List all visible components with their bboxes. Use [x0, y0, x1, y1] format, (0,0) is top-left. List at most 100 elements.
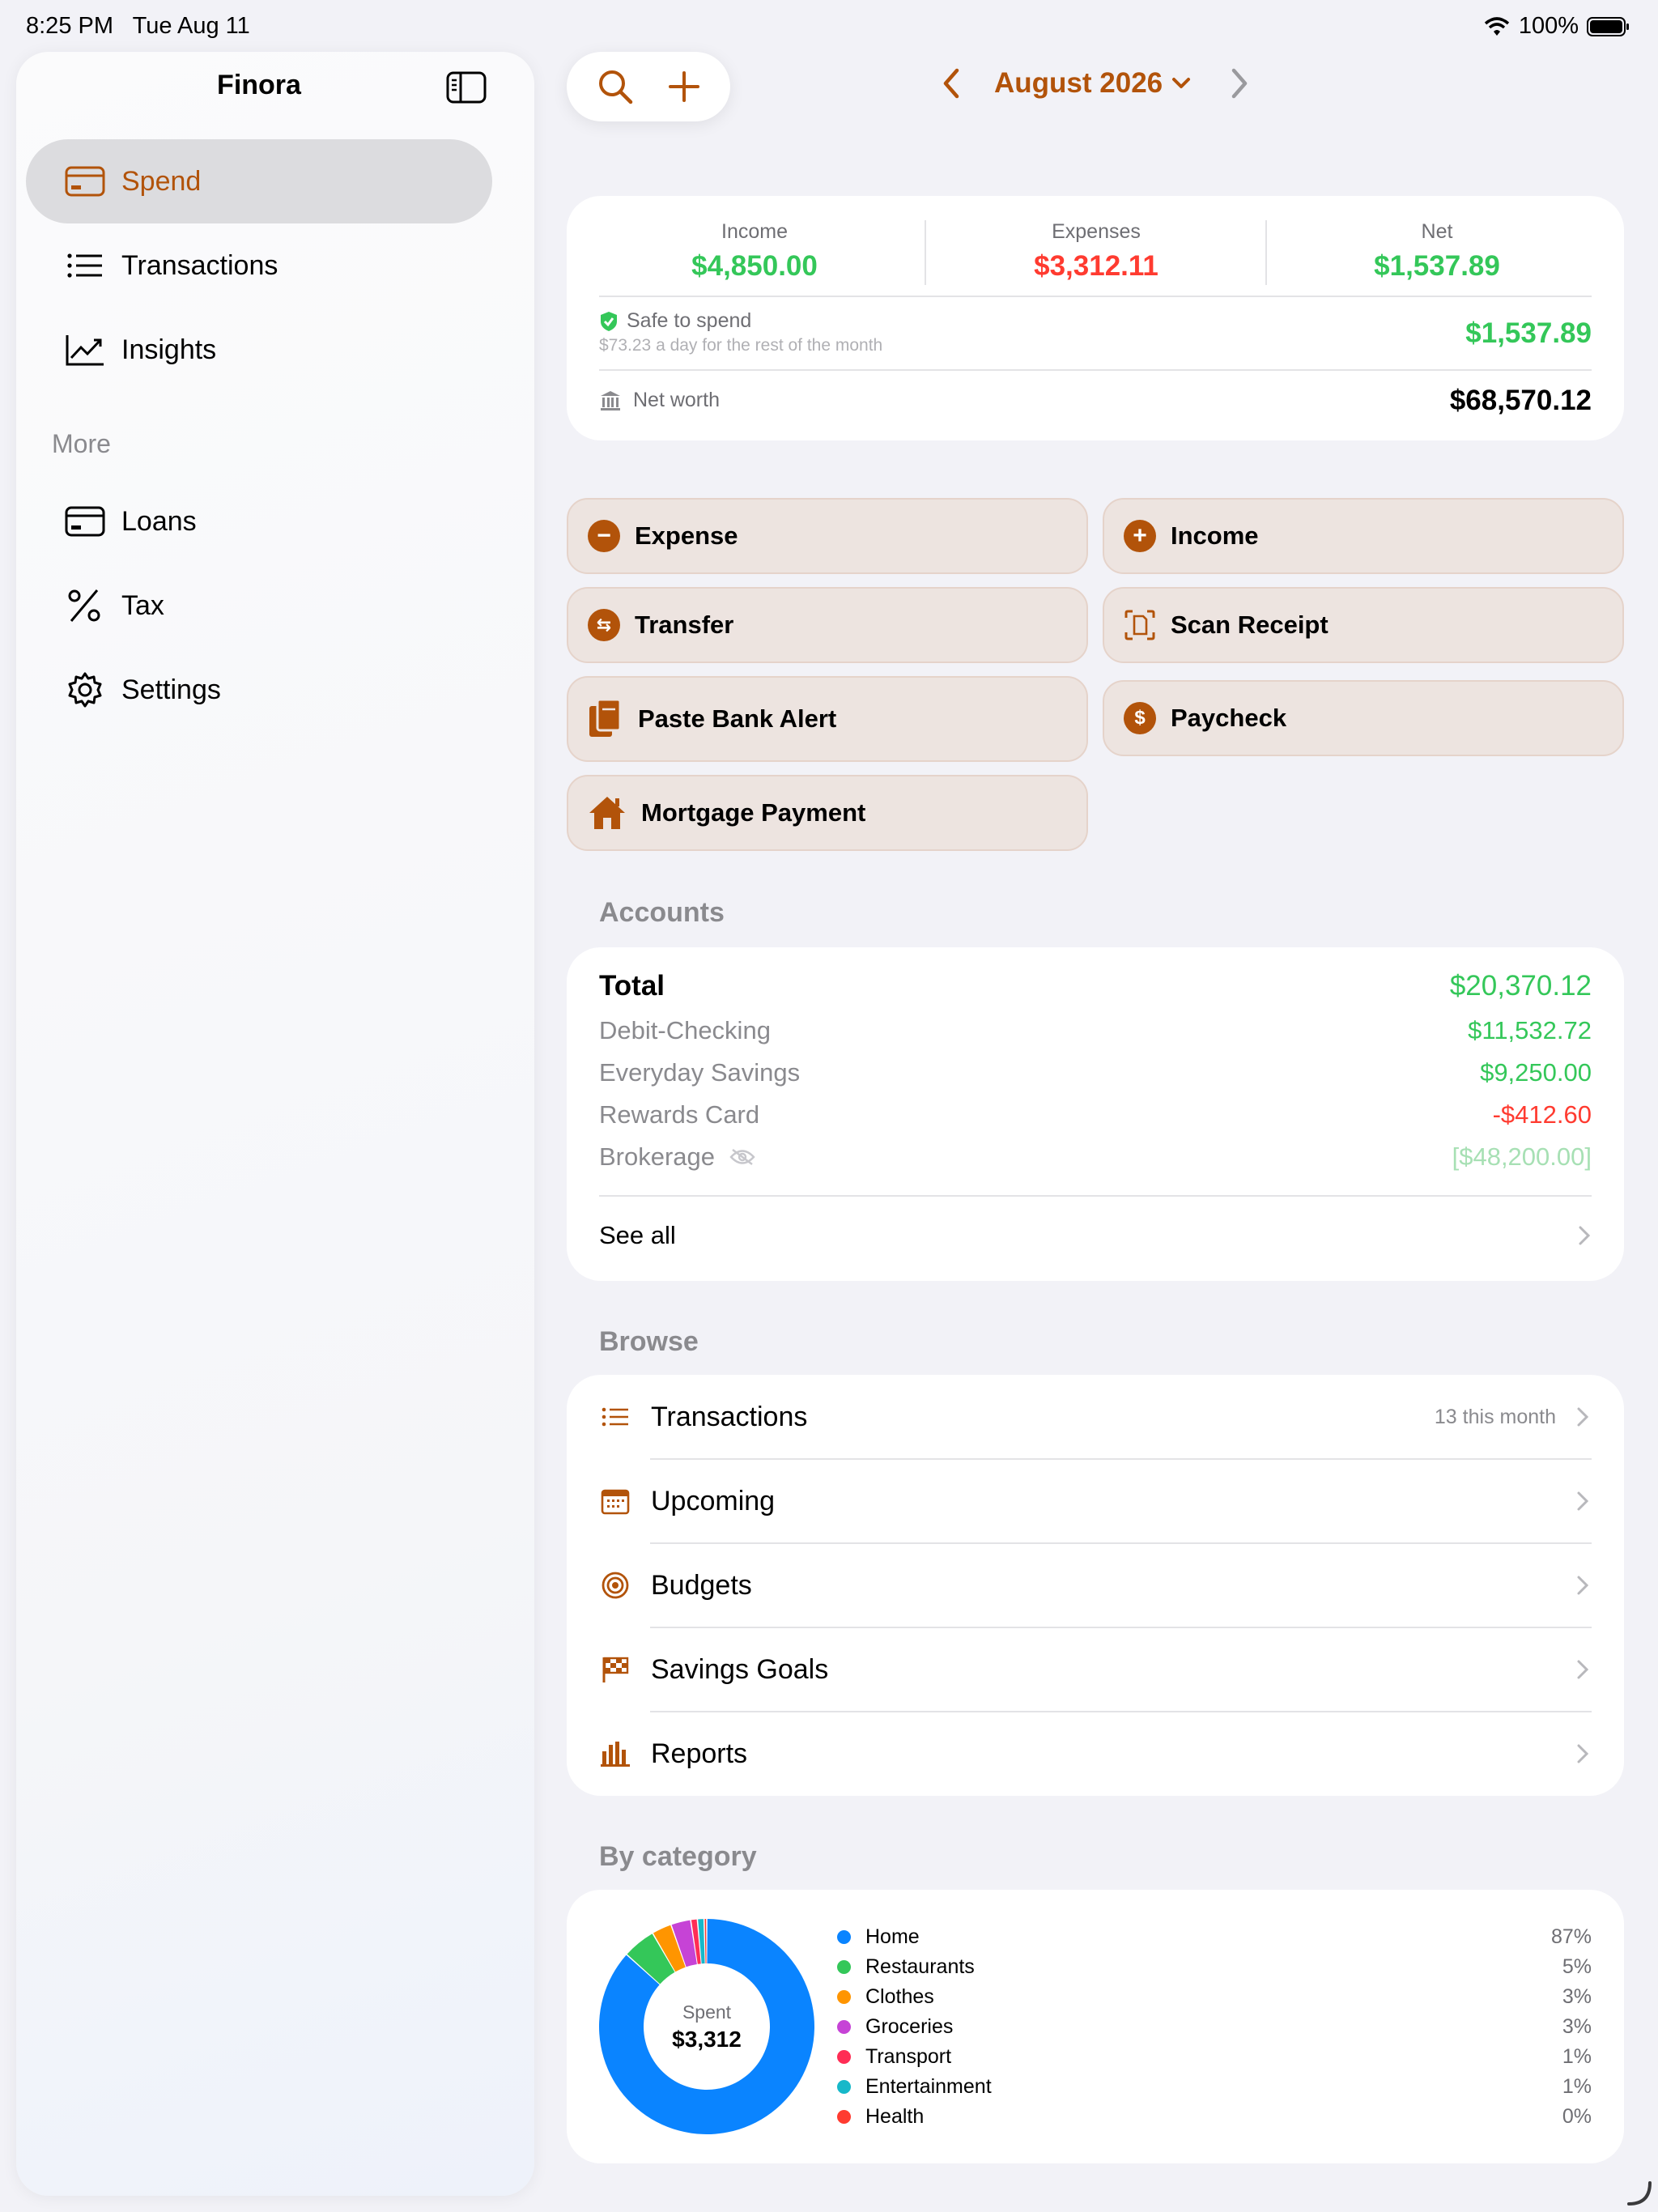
category-legend-item[interactable]: Clothes 3%	[837, 1985, 1592, 2009]
net-summary: Net $1,537.89	[1267, 220, 1607, 283]
sidebar-toggle-icon	[446, 71, 487, 104]
chevron-right-icon	[1579, 1226, 1591, 1245]
chevron-left-icon[interactable]	[939, 66, 963, 100]
browse-item-upcoming[interactable]: Upcoming	[567, 1459, 1624, 1543]
month-selector[interactable]: August 2026	[994, 67, 1192, 100]
account-name: Everyday Savings	[599, 1058, 801, 1087]
legend-category-percent: 3%	[1562, 1985, 1592, 2008]
legend-category-name: Transport	[865, 2045, 952, 2068]
status-time: 8:25 PM	[26, 13, 113, 39]
chevron-down-icon	[1172, 78, 1191, 88]
paycheck-button[interactable]: $ Paycheck	[1103, 680, 1624, 756]
browse-item-savings-goals[interactable]: Savings Goals	[567, 1627, 1624, 1712]
chevron-right-icon	[1577, 1744, 1589, 1763]
sidebar-section-more: More	[52, 429, 111, 458]
account-row[interactable]: Rewards Card -$412.60	[599, 1100, 1592, 1129]
income-button[interactable]: + Income	[1103, 498, 1624, 574]
donut-slice-health[interactable]	[704, 1919, 707, 1964]
status-bar-time: 8:25 PM Tue Aug 11	[26, 13, 250, 40]
chevron-right-icon	[1577, 1660, 1589, 1679]
resize-grabber-icon	[1627, 2181, 1652, 2206]
see-all-accounts-row[interactable]: See all	[599, 1221, 1592, 1250]
sidebar-app-title: Finora	[217, 70, 301, 100]
clipboard-icon	[589, 698, 622, 737]
scan-document-icon	[1124, 610, 1155, 640]
sidebar-item-tax[interactable]: Tax	[26, 564, 492, 648]
account-name: Rewards Card	[599, 1100, 760, 1129]
add-icon[interactable]	[668, 70, 700, 103]
category-section-title: By category	[599, 1841, 757, 1872]
wifi-icon	[1484, 16, 1509, 36]
browse-item-reports[interactable]: Reports	[567, 1712, 1624, 1796]
mortgage-payment-label: Mortgage Payment	[641, 798, 866, 827]
sidebar-toggle-button[interactable]	[446, 71, 487, 108]
sidebar-item-transactions[interactable]: Transactions	[26, 223, 492, 308]
see-all-label: See all	[599, 1221, 676, 1249]
sidebar-item-settings[interactable]: Settings	[26, 648, 492, 732]
legend-dot	[837, 2050, 851, 2064]
browse-item-label: Upcoming	[651, 1485, 776, 1516]
legend-category-name: Entertainment	[865, 2075, 992, 2098]
plus-circle-icon: +	[1124, 520, 1156, 552]
category-legend-item[interactable]: Restaurants 5%	[837, 1955, 1592, 1979]
legend-category-percent: 1%	[1562, 2045, 1592, 2068]
search-icon[interactable]	[597, 68, 634, 105]
month-label: August 2026	[994, 67, 1163, 99]
safe-to-spend-value: $1,537.89	[1465, 317, 1592, 349]
account-row[interactable]: Brokerage [$48,200.00]	[599, 1142, 1592, 1172]
sidebar-item-loans[interactable]: Loans	[26, 479, 492, 564]
net-worth-row[interactable]: Net worth	[599, 389, 720, 412]
legend-dot	[837, 2080, 851, 2094]
safe-to-spend-block[interactable]: Safe to spend $73.23 a day for the rest …	[599, 309, 882, 355]
account-name: Debit-Checking	[599, 1016, 771, 1044]
donut-center: Spent $3,312	[597, 2001, 816, 2052]
expense-button[interactable]: − Expense	[567, 498, 1088, 574]
transactions-count: 13 this month	[1434, 1405, 1556, 1428]
legend-dot	[837, 2110, 851, 2124]
legend-dot	[837, 1930, 851, 1944]
paste-bank-alert-button[interactable]: Paste Bank Alert	[567, 676, 1088, 762]
sidebar-item-spend[interactable]: Spend	[26, 139, 492, 223]
status-date: Tue Aug 11	[132, 13, 250, 39]
battery-icon	[1587, 16, 1629, 36]
sidebar-item-insights[interactable]: Insights	[26, 308, 492, 392]
account-row[interactable]: Everyday Savings $9,250.00	[599, 1058, 1592, 1087]
accounts-total-row[interactable]: Total $20,370.12	[599, 970, 1592, 1002]
legend-category-percent: 87%	[1550, 1925, 1592, 1948]
account-balance: -$412.60	[1492, 1100, 1592, 1129]
account-balance: $9,250.00	[1480, 1058, 1592, 1087]
expenses-summary: Expenses $3,312.11	[926, 220, 1266, 283]
shield-check-icon	[601, 311, 617, 331]
card-icon	[65, 166, 105, 197]
category-legend-item[interactable]: Groceries 3%	[837, 2015, 1592, 2039]
donut-center-label: Spent	[682, 2001, 732, 2023]
paste-bank-alert-label: Paste Bank Alert	[638, 704, 837, 733]
transfer-button[interactable]: ⇆ Transfer	[567, 587, 1088, 663]
income-value: $4,850.00	[691, 250, 818, 282]
category-legend-item[interactable]: Transport 1%	[837, 2045, 1592, 2069]
legend-dot	[837, 1990, 851, 2004]
toolbar-pill	[567, 52, 730, 121]
category-legend-item[interactable]: Entertainment 1%	[837, 2075, 1592, 2099]
browse-item-label: Savings Goals	[651, 1653, 829, 1685]
income-summary: Income $4,850.00	[585, 220, 925, 283]
legend-dot	[837, 2020, 851, 2034]
category-legend-item[interactable]: Health 0%	[837, 2105, 1592, 2129]
dollar-circle-icon: $	[1124, 702, 1156, 734]
browse-item-label: Transactions	[651, 1401, 808, 1432]
status-bar-right: 100%	[1483, 13, 1630, 40]
account-row[interactable]: Debit-Checking $11,532.72	[599, 1016, 1592, 1045]
browse-item-budgets[interactable]: Budgets	[567, 1543, 1624, 1627]
legend-category-name: Clothes	[865, 1985, 934, 2008]
scan-receipt-button[interactable]: Scan Receipt	[1103, 587, 1624, 663]
legend-category-percent: 0%	[1562, 2105, 1592, 2128]
battery-percent: 100%	[1518, 13, 1579, 39]
chevron-right-icon[interactable]	[1227, 66, 1252, 100]
category-legend-item[interactable]: Home 87%	[837, 1925, 1592, 1949]
minus-circle-icon: −	[588, 520, 620, 552]
browse-item-label: Reports	[651, 1738, 748, 1769]
account-balance: $11,532.72	[1468, 1016, 1592, 1044]
mortgage-payment-button[interactable]: Mortgage Payment	[567, 775, 1088, 851]
net-worth-label: Net worth	[633, 389, 720, 411]
browse-item-transactions[interactable]: Transactions 13 this month	[567, 1375, 1624, 1459]
